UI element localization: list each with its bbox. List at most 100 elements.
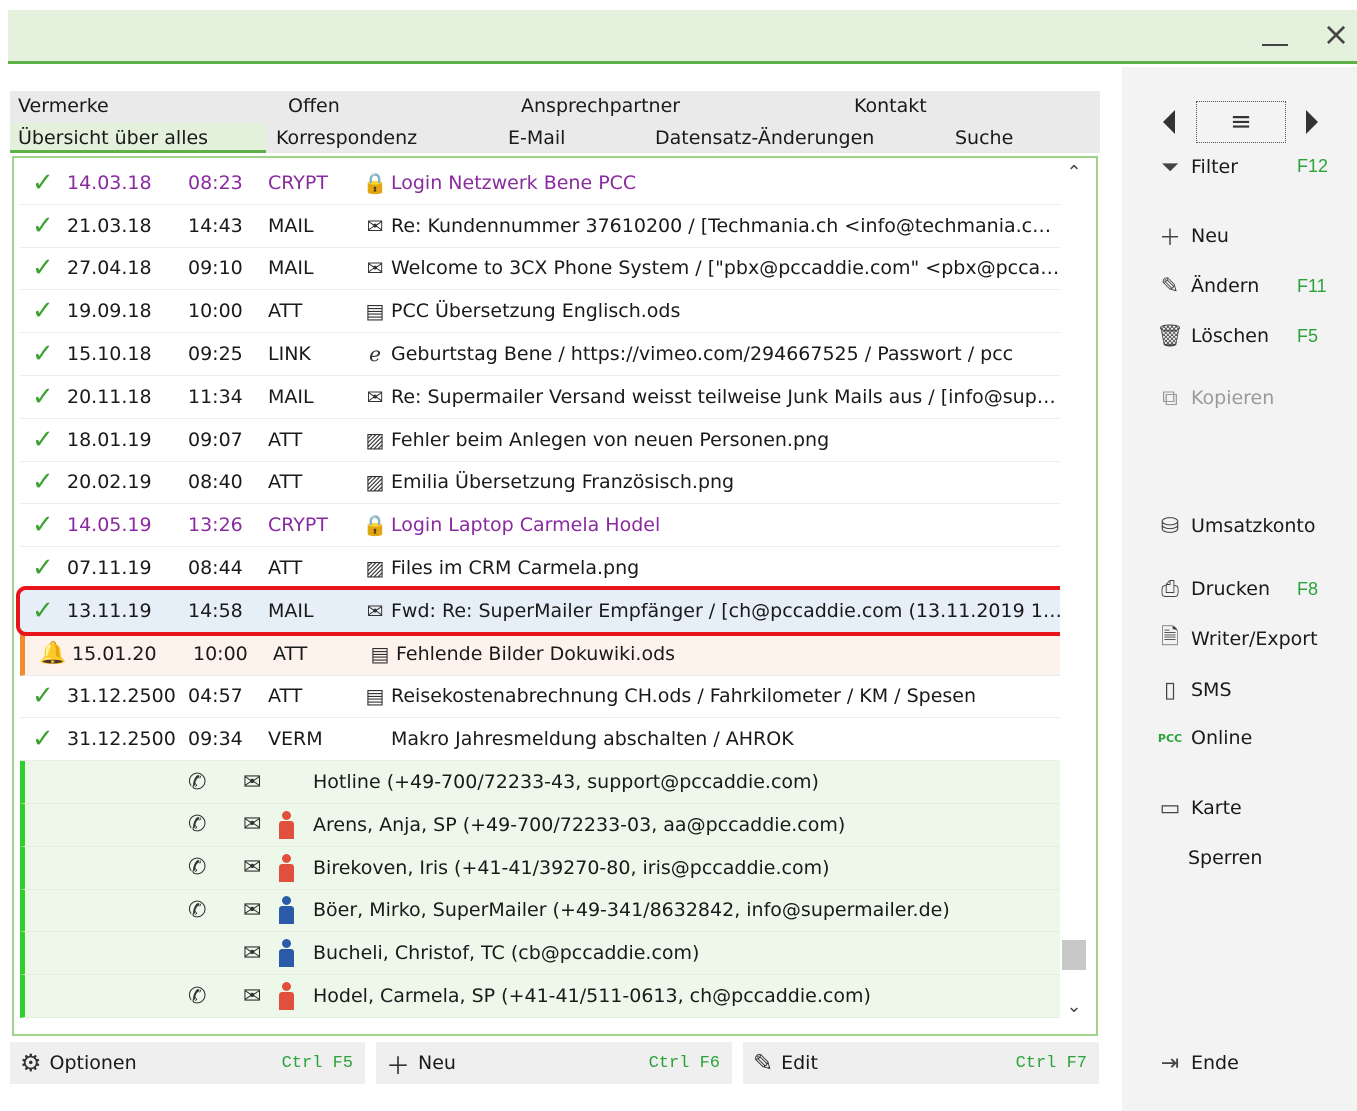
record-row[interactable]: ✓ 14.03.18 08:23 CRYPT 🔒 Login Netzwerk Bene …: [20, 162, 1060, 205]
next-record-icon[interactable]: [1302, 106, 1322, 138]
contact-text: Bucheli, Christof, TC (cb@pccaddie.com): [313, 942, 700, 965]
record-row[interactable]: ✓ 18.01.19 09:07 ATT ▨ Fehler beim Anlegen vo…: [20, 419, 1060, 462]
mobile-phone-icon: ▯: [1163, 677, 1177, 703]
lock-icon: 🔒: [362, 513, 388, 538]
scroll-thumb[interactable]: [1062, 940, 1086, 970]
drucken-shortcut: F8: [1297, 579, 1319, 599]
record-time: 08:23: [188, 171, 243, 194]
karte-button[interactable]: ▭ Karte: [1155, 793, 1242, 823]
record-row[interactable]: ✓ 31.12.2500 09:34 VERM Makro Jahresmeldung …: [20, 718, 1060, 762]
kopieren-button[interactable]: ⧉ Kopieren: [1155, 383, 1274, 413]
mail-icon[interactable]: ✉: [243, 770, 261, 795]
printer-icon: ⎙: [1161, 576, 1179, 602]
tab-suche[interactable]: Suche: [947, 123, 1100, 153]
record-text: Re: Supermailer Versand weisst teilweise…: [391, 385, 1063, 408]
tab-email[interactable]: E-Mail: [500, 123, 646, 153]
ende-button[interactable]: ⇥ Ende: [1155, 1048, 1239, 1078]
mail-icon[interactable]: ✉: [243, 984, 261, 1009]
done-check-icon: ✓: [32, 381, 54, 412]
writer-export-button[interactable]: 🗎 Writer/Export: [1155, 624, 1317, 654]
record-row[interactable]: ✓ 14.05.19 13:26 CRYPT 🔒 Login Laptop Carmela…: [20, 504, 1060, 548]
tab-uebersicht[interactable]: Übersicht über alles: [10, 123, 266, 153]
record-row[interactable]: ✓ 20.02.19 08:40 ATT ▨ Emilia Übersetzung Fra…: [20, 462, 1060, 505]
mail-icon[interactable]: ✉: [243, 898, 261, 923]
optionen-shortcut: Ctrl F5: [281, 1053, 353, 1073]
filter-icon: ⏷: [1161, 154, 1179, 180]
umsatzkonto-button[interactable]: ⛁ Umsatzkonto: [1155, 511, 1316, 541]
record-list[interactable]: ✓ 14.03.18 08:23 CRYPT 🔒 Login Netzwerk Bene …: [12, 156, 1098, 1036]
mail-icon[interactable]: ✉: [243, 941, 261, 966]
record-row[interactable]: ✓ 07.11.19 08:44 ATT ▨ Files im CRM Carmela.p…: [20, 547, 1060, 590]
tab-vermerke[interactable]: Vermerke: [10, 91, 278, 121]
menu-button[interactable]: ≡: [1196, 101, 1286, 143]
tab-offen[interactable]: Offen: [280, 91, 510, 121]
record-row[interactable]: ✓ 19.09.18 10:00 ATT ▤ PCC Übersetzung Englis…: [20, 290, 1060, 334]
tab-korrespondenz[interactable]: Korrespondenz: [268, 123, 496, 153]
sms-button[interactable]: ▯ SMS: [1155, 675, 1232, 705]
record-type: MAIL: [268, 214, 314, 237]
contact-text: Hodel, Carmela, SP (+41-41/511-0613, ch@…: [313, 985, 871, 1008]
online-button[interactable]: PCC Online: [1155, 723, 1252, 753]
open-mail-icon: ✉: [366, 384, 384, 409]
tab-datensatz-aenderungen[interactable]: Datensatz-Änderungen: [647, 123, 945, 153]
scroll-down-icon[interactable]: ⌄: [1060, 996, 1088, 1026]
loeschen-button[interactable]: 🗑 Löschen: [1155, 321, 1269, 351]
record-date: 14.05.19: [67, 514, 152, 537]
done-check-icon: ✓: [32, 681, 54, 712]
scroll-up-icon[interactable]: ⌃: [1060, 162, 1088, 192]
record-date: 21.03.18: [67, 214, 152, 237]
contact-row[interactable]: ✉ Bucheli, Christof, TC (cb@pccaddie.com): [20, 932, 1060, 976]
neu-button[interactable]: ＋ Neu: [1155, 221, 1229, 251]
record-row[interactable]: ✓ 15.10.18 09:25 LINK ℯ Geburtstag Bene / htt…: [20, 333, 1060, 376]
female-person-icon: [277, 810, 295, 839]
contact-row[interactable]: ✆ ✉ Arens, Anja, SP (+49-700/72233-03, aa@…: [20, 803, 1060, 847]
record-date: 19.09.18: [67, 300, 152, 323]
record-row[interactable]: ✓ 21.03.18 14:43 MAIL ✉ Re: Kundennummer 3761…: [20, 205, 1063, 248]
contact-row[interactable]: ✆ ✉ Hotline (+49-700/72233-43, support@pcc…: [20, 761, 1060, 804]
bottom-neu-button[interactable]: ＋ Neu Ctrl F6: [376, 1042, 732, 1084]
tab-ansprechpartner[interactable]: Ansprechpartner: [513, 91, 843, 121]
close-button[interactable]: ×: [1318, 18, 1354, 54]
record-text: Re: Kundennummer 37610200 / [Techmania.c…: [391, 214, 1063, 237]
record-row[interactable]: ✓ 31.12.2500 04:57 ATT ▤ Reisekostenabrechnun…: [20, 676, 1060, 719]
record-type: ATT: [268, 300, 303, 323]
vertical-scrollbar[interactable]: ⌃ ⌄: [1060, 162, 1088, 1026]
record-date: 27.04.18: [67, 257, 152, 280]
record-row[interactable]: ✓ 27.04.18 09:10 MAIL ✉ Welcome to 3CX Phone …: [20, 248, 1063, 291]
contact-row[interactable]: ✆ ✉ Hodel, Carmela, SP (+41-41/511-0613, c…: [20, 975, 1060, 1018]
drucken-button[interactable]: ⎙ Drucken: [1155, 574, 1270, 604]
contact-row[interactable]: ✆ ✉ Birekoven, Iris (+41-41/39270-80, iris…: [20, 846, 1060, 890]
phone-icon[interactable]: ✆: [188, 898, 206, 923]
mail-icon[interactable]: ✉: [243, 812, 261, 837]
open-mail-icon: ✉: [366, 256, 384, 281]
sperren-button[interactable]: Sperren: [1188, 843, 1262, 873]
gear-icon: ⚙: [20, 1049, 42, 1077]
coins-icon: ⛁: [1160, 513, 1180, 539]
record-row[interactable]: 🔔 15.01.20 10:00 ATT ▤ Fehlende Bilder Dokuwi…: [20, 632, 1060, 676]
record-row[interactable]: ✓ 13.11.19 14:58 MAIL ✉ Fwd: Re: SuperMailer …: [20, 589, 1063, 633]
contact-text: Arens, Anja, SP (+49-700/72233-03, aa@pc…: [313, 813, 846, 836]
phone-icon[interactable]: ✆: [188, 770, 206, 795]
exit-icon: ⇥: [1160, 1050, 1180, 1076]
pencil-icon: ✎: [753, 1049, 774, 1077]
phone-icon[interactable]: ✆: [188, 855, 206, 880]
edit-button[interactable]: ✎ Edit Ctrl F7: [743, 1042, 1099, 1084]
phone-icon[interactable]: ✆: [188, 812, 206, 837]
hamburger-icon: ≡: [1230, 107, 1252, 137]
tab-kontakt[interactable]: Kontakt: [846, 91, 1100, 121]
record-type: ATT: [273, 642, 308, 665]
record-type: CRYPT: [268, 171, 328, 194]
phone-icon[interactable]: ✆: [188, 984, 206, 1009]
aendern-button[interactable]: ✎ Ändern: [1155, 271, 1260, 301]
record-row[interactable]: ✓ 20.11.18 11:34 MAIL ✉ Re: Supermailer Versa…: [20, 376, 1063, 419]
pencil-icon: ✎: [1160, 273, 1180, 299]
minimize-button[interactable]: [1258, 20, 1294, 56]
contact-row[interactable]: ✆ ✉ Böer, Mirko, SuperMailer (+49-341/8632…: [20, 889, 1060, 933]
mail-icon[interactable]: ✉: [243, 855, 261, 880]
edit-shortcut: Ctrl F7: [1015, 1053, 1087, 1073]
optionen-button[interactable]: ⚙ Optionen Ctrl F5: [10, 1042, 365, 1084]
record-text: Emilia Übersetzung Französisch.png: [391, 471, 735, 494]
title-bar: [8, 10, 1357, 64]
filter-button[interactable]: ⏷ Filter: [1155, 152, 1238, 182]
previous-record-icon[interactable]: [1160, 106, 1180, 138]
